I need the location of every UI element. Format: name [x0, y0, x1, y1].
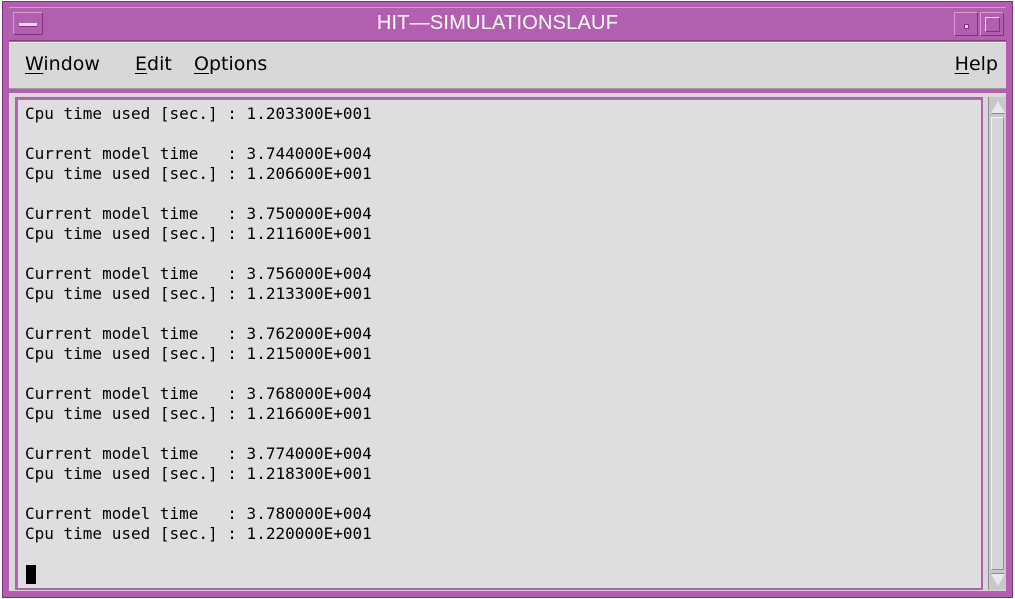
menu-edit-mnemonic: E — [135, 53, 148, 75]
text-cursor — [26, 565, 36, 584]
menu-edit[interactable]: Edit — [135, 52, 172, 76]
output-lines: Cpu time used [sec.] : 1.203300E+001 Curr… — [25, 104, 372, 545]
menu-bar: Window Edit Options Help — [9, 42, 1006, 89]
window-menu-icon — [19, 23, 37, 27]
cpu-time-line: Cpu time used [sec.] : 1.203300E+001 — [25, 104, 372, 123]
menu-window-label: indow — [43, 53, 100, 75]
cpu-time-line: Cpu time used [sec.] : 1.220000E+001 — [25, 524, 372, 543]
menu-options-label: ptions — [208, 53, 268, 75]
maximize-icon — [985, 17, 1000, 32]
menu-help-label: elp — [968, 53, 998, 75]
minimize-button[interactable] — [954, 12, 978, 36]
cpu-time-line: Cpu time used [sec.] : 1.206600E+001 — [25, 164, 372, 183]
model-time-line: Current model time : 3.780000E+004 — [25, 503, 372, 523]
cpu-time-line: Cpu time used [sec.] : 1.218300E+001 — [25, 464, 372, 483]
maximize-button[interactable] — [980, 12, 1004, 36]
cpu-time-line: Cpu time used [sec.] : 1.213300E+001 — [25, 284, 372, 303]
menu-options[interactable]: Options — [194, 52, 267, 76]
simulation-output-text[interactable]: Cpu time used [sec.] : 1.203300E+001 Curr… — [15, 97, 983, 590]
model-time-line: Current model time : 3.750000E+004 — [25, 203, 372, 223]
title-bar[interactable]: HIT—SIMULATIONSLAUF — [9, 7, 1006, 41]
menu-edit-label: dit — [147, 53, 172, 75]
model-time-line: Current model time : 3.744000E+004 — [25, 143, 372, 163]
application-window: HIT—SIMULATIONSLAUF Window Edit Options … — [2, 1, 1013, 598]
window-menu-button[interactable] — [13, 12, 43, 35]
menu-help-mnemonic: H — [954, 53, 969, 75]
vertical-scrollbar[interactable] — [988, 97, 1006, 590]
scrollbar-thumb[interactable] — [991, 117, 1004, 570]
content-area: Cpu time used [sec.] : 1.203300E+001 Curr… — [9, 93, 1006, 591]
model-time-line: Current model time : 3.756000E+004 — [25, 263, 372, 283]
cpu-time-line: Cpu time used [sec.] : 1.211600E+001 — [25, 224, 372, 243]
menu-options-mnemonic: O — [194, 53, 209, 75]
cpu-time-line: Cpu time used [sec.] : 1.215000E+001 — [25, 344, 372, 363]
minimize-icon — [964, 24, 969, 29]
menu-help[interactable]: Help — [955, 52, 998, 76]
scroll-up-arrow-icon[interactable] — [991, 101, 1005, 113]
model-time-line: Current model time : 3.768000E+004 — [25, 383, 372, 403]
menu-window-mnemonic: W — [25, 53, 44, 75]
menu-window[interactable]: Window — [25, 52, 100, 76]
window-title: HIT—SIMULATIONSLAUF — [376, 12, 619, 34]
cpu-time-line: Cpu time used [sec.] : 1.216600E+001 — [25, 404, 372, 423]
model-time-line: Current model time : 3.774000E+004 — [25, 443, 372, 463]
scroll-down-arrow-icon[interactable] — [991, 574, 1005, 586]
model-time-line: Current model time : 3.762000E+004 — [25, 323, 372, 343]
